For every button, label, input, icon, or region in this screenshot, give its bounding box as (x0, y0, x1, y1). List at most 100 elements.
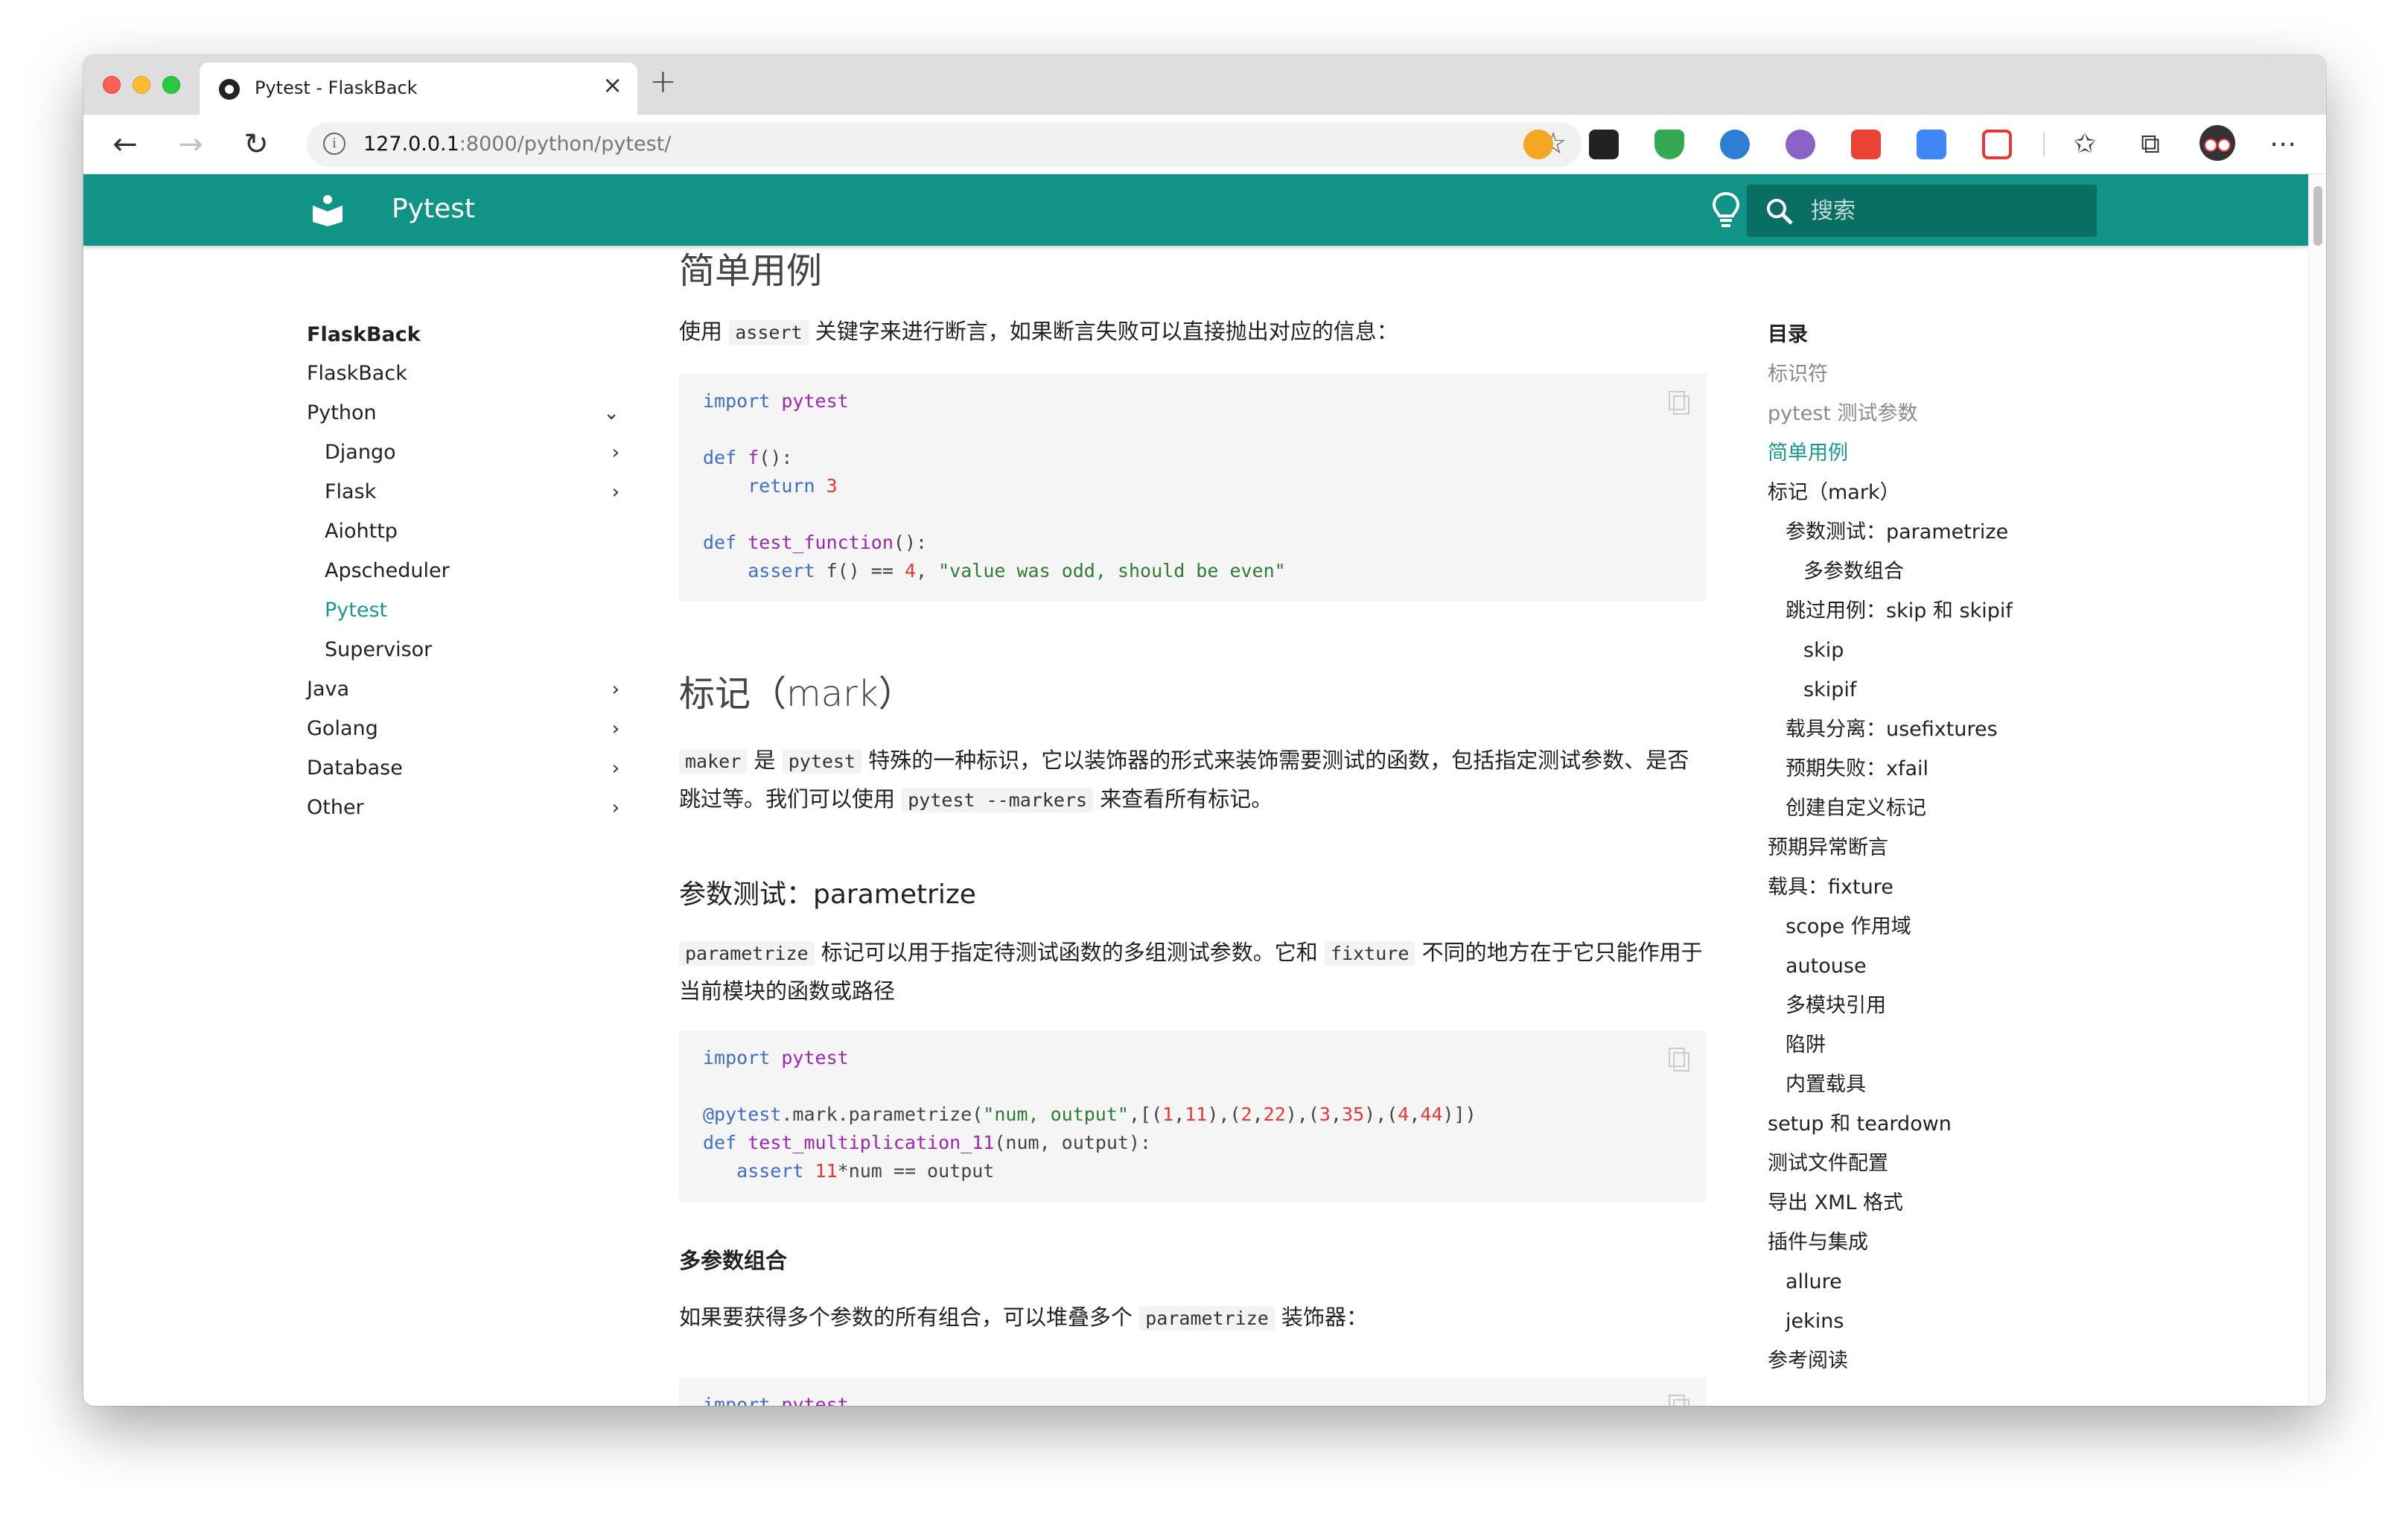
nav-section-title: FlaskBack (307, 323, 421, 346)
nav-item-java[interactable]: Java › (307, 675, 627, 704)
nav-item-other[interactable]: Other › (307, 793, 627, 823)
nav-item-python[interactable]: Python ⌄ (307, 398, 627, 428)
site-title[interactable]: Pytest (392, 194, 475, 224)
toolbar-divider (2043, 133, 2045, 156)
toc-item[interactable]: skip (1803, 636, 1844, 666)
code-line: import pytest (703, 1394, 849, 1406)
toc-item[interactable]: 测试文件配置 (1768, 1149, 1888, 1179)
toc-item[interactable]: 多模块引用 (1786, 991, 1886, 1021)
toc-item[interactable]: 跳过用例：skip 和 skipif (1786, 596, 2013, 626)
extension-bird-icon[interactable] (1720, 130, 1750, 159)
nav-item-golang[interactable]: Golang › (307, 714, 627, 744)
chevron-down-icon: ⌄ (603, 402, 619, 424)
toc-item[interactable]: setup 和 teardown (1768, 1109, 1952, 1139)
nav-item-flaskback[interactable]: FlaskBack (307, 359, 627, 389)
code-line: @pytest.mark.parametrize("num, output",[… (703, 1103, 1477, 1125)
toc-item[interactable]: autouse (1786, 952, 1867, 981)
close-tab-icon[interactable]: × (602, 73, 622, 97)
address-bar[interactable]: i 127.0.0.1:8000/python/pytest/ ☆ (307, 122, 1582, 167)
toc-title: 目录 (1768, 323, 1808, 346)
new-tab-icon[interactable]: + (649, 66, 677, 98)
toc-item[interactable]: jekins (1786, 1307, 1844, 1337)
close-window-button[interactable] (103, 76, 121, 94)
code-line: return 3 (748, 475, 838, 497)
toc-item[interactable]: 内置载具 (1786, 1070, 1866, 1100)
minimize-window-button[interactable] (133, 76, 150, 94)
page-scrollbar[interactable] (2308, 174, 2326, 1406)
copy-icon[interactable] (1668, 1047, 1690, 1072)
nav-item-apscheduler[interactable]: Apscheduler (325, 556, 627, 586)
nav-item-aiohttp[interactable]: Aiohttp (325, 517, 627, 547)
toc-item[interactable]: 参考阅读 (1768, 1346, 1848, 1376)
lightbulb-icon[interactable] (1711, 191, 1741, 229)
heading-simple-example: 简单用例 (679, 250, 823, 292)
browser-window: Pytest - FlaskBack × + ← → ↻ i 127.0.0.1… (83, 55, 2326, 1406)
more-menu-icon[interactable]: ⋯ (2265, 127, 2301, 162)
nav-item-supervisor[interactable]: Supervisor (325, 635, 627, 665)
toc-item[interactable]: pytest 测试参数 (1768, 399, 1918, 429)
toc-item[interactable]: 标识符 (1768, 360, 1828, 389)
nav-item-pytest[interactable]: Pytest (325, 596, 627, 625)
toc-item[interactable]: 陷阱 (1786, 1031, 1826, 1060)
chevron-right-icon: › (611, 757, 619, 780)
toc-item[interactable]: 插件与集成 (1768, 1228, 1868, 1258)
search-input[interactable] (1811, 197, 2079, 225)
extension-red-icon[interactable] (1851, 130, 1881, 159)
maximize-window-button[interactable] (162, 76, 180, 94)
nav-item-database[interactable]: Database › (307, 754, 627, 783)
site-header: Pytest (83, 174, 2308, 246)
code-line: import pytest (703, 1047, 849, 1068)
tab-title: Pytest - FlaskBack (255, 77, 418, 98)
paragraph-parametrize: parametrize 标记可以用于指定待测试函数的多组测试参数。它和 fixt… (679, 940, 1703, 1004)
toc-item[interactable]: allure (1786, 1267, 1842, 1297)
toc-item[interactable]: 创建自定义标记 (1786, 794, 1926, 824)
heading-parametrize: 参数测试：parametrize (679, 879, 976, 910)
heading-multi-params: 多参数组合 (679, 1248, 788, 1273)
extension-orange-icon[interactable] (1523, 130, 1553, 159)
toc-item[interactable]: scope 作用域 (1786, 912, 1911, 942)
toc-item[interactable]: 预期失败：xfail (1786, 754, 1928, 784)
toc-item[interactable]: 预期异常断言 (1768, 833, 1888, 863)
browser-tab[interactable]: Pytest - FlaskBack × (200, 63, 637, 115)
extension-blocks-icon[interactable] (1917, 130, 1946, 159)
toc-item[interactable]: 载具：fixture (1768, 873, 1893, 902)
toc-item[interactable]: 参数测试：parametrize (1786, 517, 2008, 547)
favorites-icon[interactable]: ✩ (2067, 127, 2103, 162)
toc-item[interactable]: 多参数组合 (1803, 557, 1904, 587)
url-text[interactable]: 127.0.0.1:8000/python/pytest/ (363, 133, 671, 156)
code-block-parametrize: import pytest @pytest.mark.parametrize("… (679, 1031, 1707, 1202)
toc-item[interactable]: skipif (1803, 675, 1856, 705)
book-logo-icon[interactable] (311, 194, 344, 226)
collections-icon[interactable]: ⧉ (2133, 127, 2168, 162)
heading-mark: 标记（mark） (679, 673, 914, 715)
search-box[interactable] (1747, 185, 2097, 237)
toc-item[interactable]: 导出 XML 格式 (1768, 1188, 1903, 1218)
toc-item-active[interactable]: 简单用例 (1768, 439, 1848, 468)
paragraph-simple: 使用 assert 关键字来进行断言，如果断言失败可以直接抛出对应的信息： (679, 319, 1398, 345)
chevron-right-icon: › (611, 442, 619, 464)
toc-item[interactable]: 载具分离：usefixtures (1786, 715, 1998, 745)
nav-item-django[interactable]: Django › (325, 438, 627, 468)
code-line: def f(): (703, 447, 793, 468)
favicon-icon (219, 79, 240, 100)
extension-face-icon[interactable] (1786, 130, 1815, 159)
extension-shield-icon[interactable] (1654, 130, 1684, 159)
nav-item-flask[interactable]: Flask › (325, 477, 627, 507)
extension-screen-icon[interactable] (1982, 130, 2012, 159)
copy-icon[interactable] (1668, 390, 1690, 415)
profile-avatar[interactable] (2200, 125, 2235, 161)
chevron-right-icon: › (611, 481, 619, 503)
chevron-right-icon: › (611, 678, 619, 701)
extension-mask-icon[interactable] (1589, 130, 1619, 159)
toc-item[interactable]: 标记（mark） (1768, 478, 1900, 508)
reload-icon[interactable]: ↻ (237, 125, 275, 164)
code-line: def test_function(): (703, 532, 928, 553)
paragraph-mark: maker 是 pytest 特殊的一种标识，它以装饰器的形式来装饰需要测试的函… (679, 748, 1689, 812)
forward-arrow-icon[interactable]: → (171, 125, 210, 164)
page-viewport: Pytest FlaskBack FlaskBack Python⌄ Djang… (83, 174, 2308, 1406)
copy-icon[interactable] (1668, 1394, 1690, 1406)
scrollbar-thumb[interactable] (2313, 186, 2322, 246)
site-info-icon[interactable]: i (323, 133, 345, 155)
code-line: def test_multiplication_11(num, output): (703, 1132, 1152, 1153)
back-arrow-icon[interactable]: ← (106, 125, 144, 164)
